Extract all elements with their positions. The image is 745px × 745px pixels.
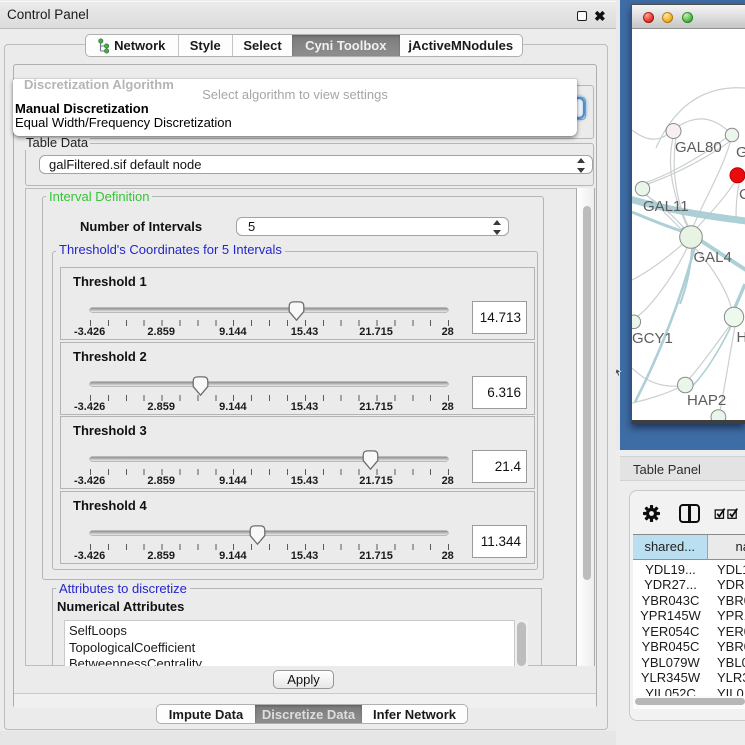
- svg-text:C: C: [739, 186, 745, 203]
- svg-text:HAP2: HAP2: [687, 392, 726, 409]
- svg-text:GAL80: GAL80: [675, 139, 722, 156]
- svg-text:H: H: [737, 329, 745, 346]
- svg-text:GCY1: GCY1: [632, 330, 673, 347]
- svg-text:GAL11: GAL11: [643, 198, 689, 215]
- svg-text:GAL4: GAL4: [694, 249, 732, 266]
- svg-text:GA: GA: [736, 144, 745, 161]
